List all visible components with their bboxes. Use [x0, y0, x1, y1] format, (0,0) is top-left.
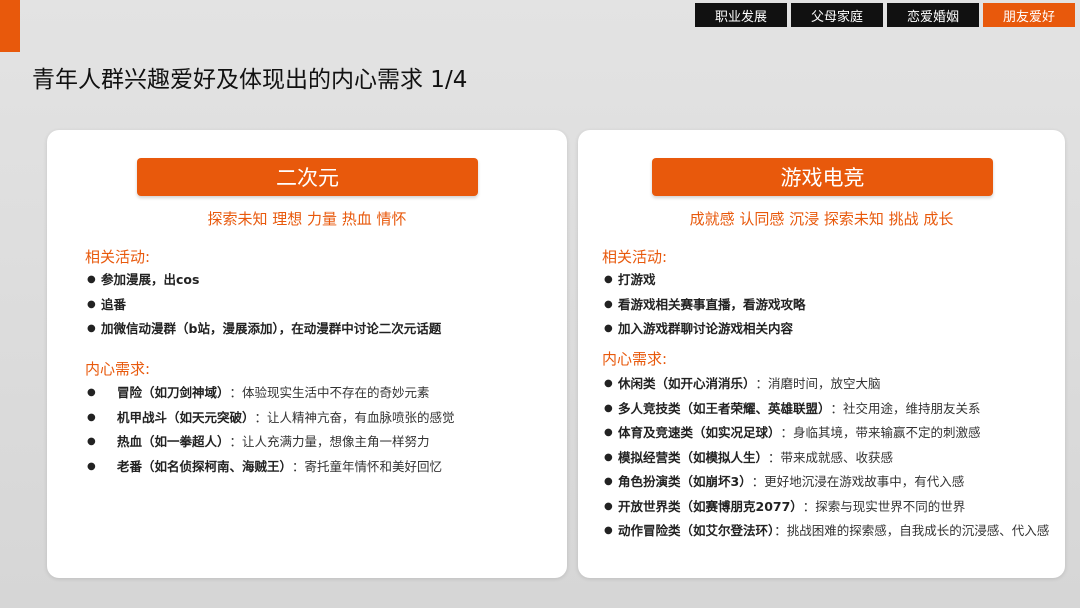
bullet-icon: ● [604, 476, 613, 487]
page-title: 青年人群兴趣爱好及体现出的内心需求 1/4 [32, 67, 468, 93]
list-item: ● 加微信动漫群（b站，漫展添加），在动漫群中讨论二次元话题 [87, 317, 557, 342]
card-anime-keywords: 探索未知 理想 力量 热血 情怀 [207, 210, 407, 228]
bullet-icon: ● [87, 274, 96, 285]
bullet-icon: ● [604, 323, 613, 334]
bullet-icon: ● [604, 525, 613, 536]
card-gaming-keywords: 成就感 认同感 沉浸 探索未知 挑战 成长 [689, 210, 954, 228]
bullet-icon: ● [87, 460, 96, 472]
list-item: ● 多人竞技类（如王者荣耀、英雄联盟） ：社交用途，维持朋友关系 [604, 397, 1057, 422]
list-item: ● 模拟经营类（如模拟人生） ：带来成就感、收获感 [604, 446, 1057, 471]
bullet-icon: ● [604, 451, 613, 463]
list-item: ● 动作冒险类（如艾尔登法环）：挑战困难的探索感，自我成长的沉浸感、代入感 [604, 519, 1057, 544]
tab-friends-hobbies[interactable]: 朋友爱好 [983, 3, 1075, 27]
bullet-icon: ● [604, 274, 613, 285]
activities-list: ● 参加漫展，出cos ● 追番 ● 加微信动漫群（b站，漫展添加），在动漫群中讨论二… [87, 268, 557, 342]
top-nav: 职业发展 父母家庭 恋爱婚姻 朋友爱好 [695, 3, 1075, 27]
accent-bar [0, 0, 20, 52]
card-gaming-header: 游戏电竞 [652, 158, 993, 196]
list-item: ● 体育及竞速类（如实况足球） ：身临其境，带来输赢不定的刺激感 [604, 421, 1057, 446]
bullet-icon: ● [87, 298, 96, 310]
list-item: ● 热血（如一拳超人） ：让人充满力量，想像主角一样努力 [87, 430, 557, 455]
list-item: ● 看游戏相关赛事直播，看游戏攻略 [604, 293, 1057, 318]
bullet-icon: ● [604, 427, 613, 438]
activities-label: 相关活动: [85, 248, 151, 266]
needs-list: ● 冒险（如刀剑神域） ：体验现实生活中不存在的奇妙元素 ● 机甲战斗（如天元突破）：… [87, 381, 557, 479]
needs-list: ● 休闲类（如开心消消乐） ：消磨时间，放空大脑 ● 多人竞技类（如王者荣耀、英雄联盟… [604, 372, 1057, 544]
list-item: ● 冒险（如刀剑神域） ：体验现实生活中不存在的奇妙元素 [87, 381, 557, 406]
bullet-icon: ● [87, 411, 96, 423]
needs-label: 内心需求: [85, 360, 151, 378]
activities-label: 相关活动: [602, 248, 668, 266]
bullet-icon: ● [604, 378, 613, 389]
list-item: ● 追番 [87, 293, 557, 318]
list-item: ● 打游戏 [604, 268, 1057, 293]
tab-career[interactable]: 职业发展 [695, 3, 787, 27]
bullet-icon: ● [87, 323, 96, 334]
list-item: ● 开放世界类（如赛博朋克2077） ：探索与现实世界不同的世界 [604, 495, 1057, 520]
card-anime-header: 二次元 [137, 158, 478, 196]
card-anime: 二次元 探索未知 理想 力量 热血 情怀 相关活动: ● 参加漫展，出cos ● 追… [47, 130, 567, 578]
bullet-icon: ● [87, 436, 96, 447]
list-item: ● 角色扮演类（如崩坏3） ：更好地沉浸在游戏故事中，有代入感 [604, 470, 1057, 495]
card-gaming: 游戏电竞 成就感 认同感 沉浸 探索未知 挑战 成长 相关活动: ● 打游戏 ● 看… [578, 130, 1065, 578]
slide: 职业发展 父母家庭 恋爱婚姻 朋友爱好 青年人群兴趣爱好及体现出的内心需求 1/… [0, 0, 1080, 608]
list-item: ● 老番（如名侦探柯南、海贼王） ：寄托童年情怀和美好回忆 [87, 455, 557, 480]
list-item: ● 机甲战斗（如天元突破） ：让人精神亢奋，有血脉喷张的感觉 [87, 406, 557, 431]
bullet-icon: ● [604, 298, 613, 310]
activities-list: ● 打游戏 ● 看游戏相关赛事直播，看游戏攻略 ● 加入游戏群聊讨论游戏相关内容 [604, 268, 1057, 342]
list-item: ● 加入游戏群聊讨论游戏相关内容 [604, 317, 1057, 342]
bullet-icon: ● [87, 387, 96, 398]
needs-label: 内心需求: [602, 350, 668, 368]
bullet-icon: ● [604, 500, 613, 512]
list-item: ● 休闲类（如开心消消乐） ：消磨时间，放空大脑 [604, 372, 1057, 397]
tab-family[interactable]: 父母家庭 [791, 3, 883, 27]
bullet-icon: ● [604, 402, 613, 414]
tab-romance[interactable]: 恋爱婚姻 [887, 3, 979, 27]
list-item: ● 参加漫展，出cos [87, 268, 557, 293]
